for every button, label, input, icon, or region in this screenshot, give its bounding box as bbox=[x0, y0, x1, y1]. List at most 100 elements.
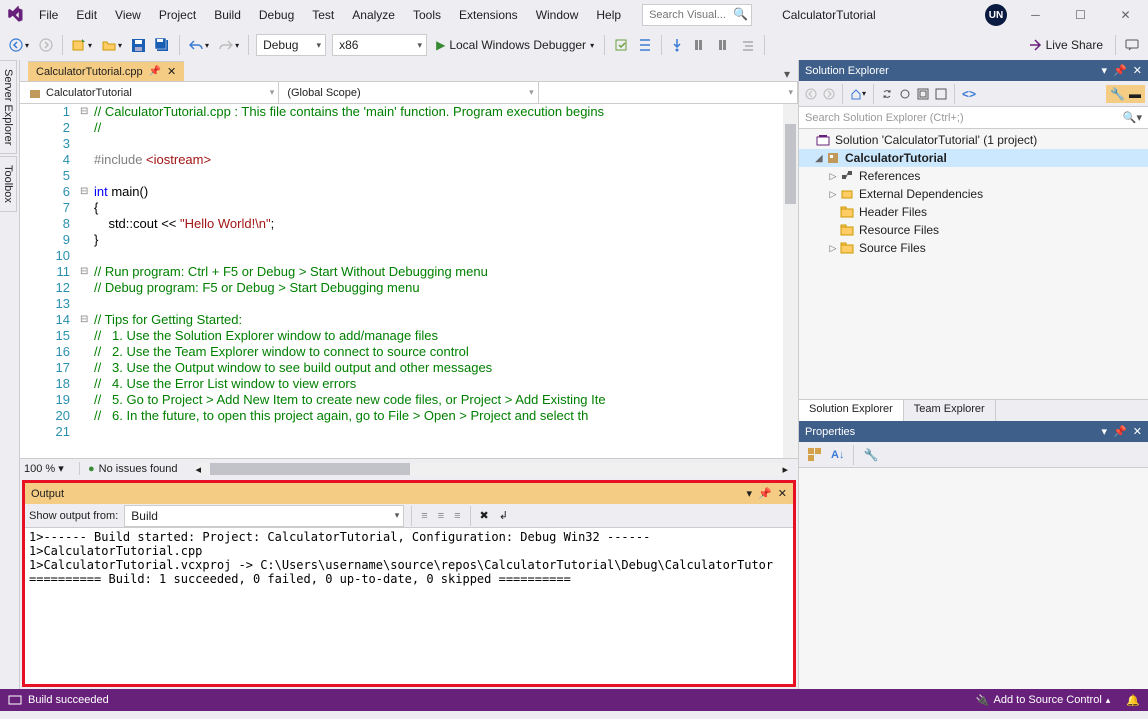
toolbox-tab[interactable]: Toolbox bbox=[0, 156, 17, 212]
clear-output-button[interactable]: ✖ bbox=[475, 506, 494, 525]
add-source-control-button[interactable]: Add to Source Control bbox=[994, 694, 1102, 706]
nav-fwd-button[interactable] bbox=[34, 35, 58, 55]
tree-node[interactable]: ▷Source Files bbox=[799, 239, 1148, 257]
issues-indicator[interactable]: ●No issues found bbox=[80, 463, 186, 475]
wrench-icon[interactable]: 🔧 bbox=[1110, 87, 1125, 101]
wrap-output-button[interactable]: ↲ bbox=[494, 506, 513, 525]
menu-file[interactable]: File bbox=[30, 2, 67, 28]
toolbar-btn-c[interactable] bbox=[736, 35, 760, 55]
properties-body bbox=[799, 468, 1148, 689]
step-over-button[interactable] bbox=[688, 35, 712, 55]
zoom-dropdown[interactable]: 100 % ▾ bbox=[20, 462, 80, 475]
se-showall-button[interactable] bbox=[932, 85, 950, 103]
code-editor[interactable]: 123456789101112131415161718192021 ⊟⊟⊟⊟ /… bbox=[20, 104, 798, 458]
project-icon bbox=[825, 151, 841, 165]
tab-solution-explorer[interactable]: Solution Explorer bbox=[799, 400, 904, 421]
props-dropdown-icon[interactable]: ▾ bbox=[1102, 425, 1108, 438]
notifications-icon[interactable]: 🔔 bbox=[1126, 694, 1140, 707]
editor-scrollbar[interactable] bbox=[783, 104, 798, 458]
se-dropdown-icon[interactable]: ▾ bbox=[1102, 64, 1108, 77]
menu-debug[interactable]: Debug bbox=[250, 2, 303, 28]
step-into-button[interactable] bbox=[666, 35, 688, 55]
save-button[interactable] bbox=[127, 36, 150, 55]
user-avatar[interactable]: UN bbox=[985, 4, 1007, 26]
undo-button[interactable]: ▾ bbox=[184, 36, 214, 54]
properties-header: Properties ▾ 📌 ✕ bbox=[799, 421, 1148, 442]
solution-tree[interactable]: Solution 'CalculatorTutorial' (1 project… bbox=[799, 129, 1148, 399]
code-body[interactable]: // CalculatorTutorial.cpp : This file co… bbox=[94, 104, 798, 458]
panel-close-icon[interactable]: ✕ bbox=[778, 487, 787, 500]
maximize-button[interactable]: ☐ bbox=[1058, 0, 1103, 30]
tree-solution-node[interactable]: Solution 'CalculatorTutorial' (1 project… bbox=[799, 131, 1148, 149]
se-collapse-button[interactable] bbox=[914, 85, 932, 103]
output-btn-2[interactable]: ≡ bbox=[433, 507, 449, 525]
nav-scope-member[interactable] bbox=[539, 82, 798, 103]
tree-project-node[interactable]: ◢ CalculatorTutorial bbox=[799, 149, 1148, 167]
output-btn-1[interactable]: ≡ bbox=[416, 507, 432, 525]
nav-scope-type[interactable]: (Global Scope) bbox=[279, 82, 538, 103]
solution-config-dropdown[interactable]: Debug bbox=[256, 34, 326, 56]
tree-node[interactable]: Header Files bbox=[799, 203, 1148, 221]
output-source-dropdown[interactable]: Build bbox=[124, 505, 404, 527]
se-refresh-button[interactable] bbox=[896, 85, 914, 103]
tree-node[interactable]: ▷External Dependencies bbox=[799, 185, 1148, 203]
close-button[interactable]: ✕ bbox=[1103, 0, 1148, 30]
save-all-button[interactable] bbox=[150, 35, 175, 55]
props-alpha-button[interactable]: A↓ bbox=[826, 446, 849, 464]
nav-scope-project[interactable]: CalculatorTutorial bbox=[20, 82, 279, 103]
menu-analyze[interactable]: Analyze bbox=[343, 2, 404, 28]
fold-column[interactable]: ⊟⊟⊟⊟ bbox=[80, 104, 94, 458]
folder-icon bbox=[839, 187, 855, 201]
toolbar-btn-a[interactable] bbox=[609, 35, 633, 55]
se-home-button[interactable]: ▾ bbox=[847, 85, 869, 103]
server-explorer-tab[interactable]: Server Explorer bbox=[0, 60, 17, 154]
tab-dropdown-icon[interactable]: ▾ bbox=[784, 67, 790, 81]
se-search-box[interactable]: Search Solution Explorer (Ctrl+;) 🔍▾ bbox=[799, 107, 1148, 129]
feedback-button[interactable] bbox=[1120, 35, 1144, 55]
start-debugging-button[interactable]: ▶Local Windows Debugger▾ bbox=[430, 36, 600, 54]
menu-window[interactable]: Window bbox=[527, 2, 588, 28]
pin-icon[interactable]: 📌 bbox=[149, 66, 161, 77]
toolbar-btn-b[interactable] bbox=[633, 35, 657, 55]
menu-extensions[interactable]: Extensions bbox=[450, 2, 527, 28]
tab-team-explorer[interactable]: Team Explorer bbox=[904, 400, 996, 421]
redo-button[interactable]: ▾ bbox=[214, 36, 244, 54]
document-tab[interactable]: CalculatorTutorial.cpp 📌 ✕ bbox=[28, 61, 184, 81]
panel-dropdown-icon[interactable]: ▾ bbox=[747, 487, 753, 500]
props-close-icon[interactable]: ✕ bbox=[1133, 425, 1142, 438]
se-back-button[interactable] bbox=[802, 85, 820, 103]
tree-node[interactable]: ▷References bbox=[799, 167, 1148, 185]
output-text[interactable]: 1>------ Build started: Project: Calcula… bbox=[25, 528, 793, 684]
menu-build[interactable]: Build bbox=[205, 2, 250, 28]
step-out-button[interactable] bbox=[712, 35, 736, 55]
open-button[interactable]: ▾ bbox=[97, 35, 127, 55]
se-sync-button[interactable] bbox=[878, 85, 896, 103]
close-tab-icon[interactable]: ✕ bbox=[167, 65, 176, 78]
se-code-button[interactable]: <> bbox=[959, 84, 979, 104]
se-toolbar: ▾ <> 🔧 ▬ bbox=[799, 81, 1148, 107]
solution-platform-dropdown[interactable]: x86 bbox=[332, 34, 427, 56]
props-categorized-button[interactable] bbox=[803, 445, 826, 464]
tree-node[interactable]: Resource Files bbox=[799, 221, 1148, 239]
menu-tools[interactable]: Tools bbox=[404, 2, 450, 28]
menu-help[interactable]: Help bbox=[587, 2, 630, 28]
live-share-button[interactable]: Live Share bbox=[1020, 38, 1111, 52]
se-pin-icon[interactable]: 📌 bbox=[1113, 64, 1127, 77]
props-wrench-button[interactable]: 🔧 bbox=[858, 445, 883, 465]
output-btn-3[interactable]: ≡ bbox=[449, 507, 465, 525]
nav-back-button[interactable]: ▾ bbox=[4, 35, 34, 55]
se-fwd-button[interactable] bbox=[820, 85, 838, 103]
props-pin-icon[interactable]: 📌 bbox=[1113, 425, 1127, 438]
horizontal-scrollbar[interactable]: ◂▸ bbox=[196, 463, 788, 475]
se-close-icon[interactable]: ✕ bbox=[1133, 64, 1142, 77]
minimize-button[interactable]: ─ bbox=[1013, 0, 1058, 30]
main-menu: FileEditViewProjectBuildDebugTestAnalyze… bbox=[30, 2, 630, 28]
se-extra-icon[interactable]: ▬ bbox=[1129, 87, 1141, 101]
menu-view[interactable]: View bbox=[106, 2, 150, 28]
new-project-button[interactable]: ▾ bbox=[67, 35, 97, 55]
menu-project[interactable]: Project bbox=[150, 2, 205, 28]
menu-edit[interactable]: Edit bbox=[67, 2, 106, 28]
panel-pin-icon[interactable]: 📌 bbox=[758, 487, 772, 500]
menu-test[interactable]: Test bbox=[303, 2, 343, 28]
check-icon: ● bbox=[88, 463, 95, 475]
